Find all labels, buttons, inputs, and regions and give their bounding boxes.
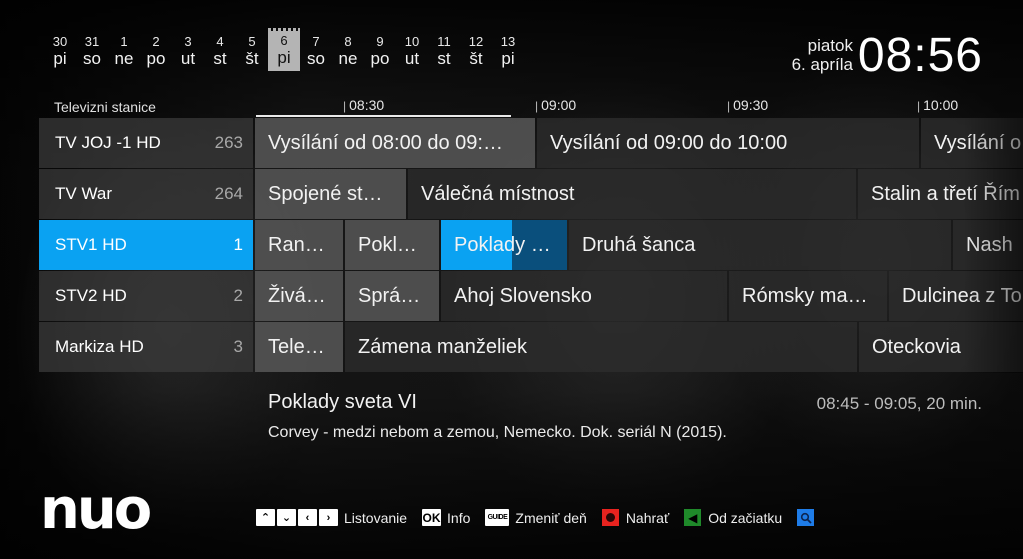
channel-stv2[interactable]: STV2 HD 2 (39, 271, 253, 321)
remote-hints: ⌃ ⌄ ‹ › Listovanie OK Info GUIDE Zmeniť … (256, 509, 832, 526)
program-cell[interactable]: Ran… (255, 220, 343, 270)
program-time: 08:45 - 09:05, 20 min. (816, 394, 982, 413)
hint-label: Nahrať (625, 509, 670, 526)
record-icon (601, 509, 619, 526)
stations-label: Televizni stanice (54, 99, 156, 115)
hint-search[interactable] (797, 509, 817, 526)
program-cell[interactable]: Druhá šanca (569, 220, 951, 270)
hint-label: Info (447, 509, 471, 526)
program-cell[interactable]: Zámena manželiek (345, 322, 857, 372)
channel-row: TV JOJ -1 HD 263 Vysílání od 08:00 do 09… (39, 118, 1023, 169)
hint-record[interactable]: Nahrať (601, 509, 670, 526)
time-tick-0900: 09:00 (535, 97, 576, 113)
program-description: Corvey - medzi nebom a zemou, Nemecko. D… (268, 424, 727, 441)
hint-label: Od začiatku (708, 509, 783, 526)
time-tick-1000: 10:00 (917, 97, 958, 113)
day-7[interactable]: 7 so (300, 35, 332, 71)
channel-row: STV1 HD 1 Ran… Pokl… Poklady … Druhá šan… (39, 220, 1023, 271)
program-cell[interactable]: Nash (953, 220, 1023, 270)
channel-stv1-selected[interactable]: STV1 HD 1 (39, 220, 253, 270)
program-cell[interactable]: Spojené st… (255, 169, 406, 219)
arrow-right-icon: › (319, 509, 338, 526)
elapsed-time-indicator (256, 115, 511, 117)
program-cell[interactable]: Vysílání od 08:00 do 09:… (255, 118, 535, 168)
program-cell[interactable]: Válečná místnost (408, 169, 856, 219)
program-cell[interactable]: Vysílání od 09:00 do 10:00 (537, 118, 919, 168)
hint-info[interactable]: OK Info (422, 509, 470, 526)
program-cell[interactable]: Živá… (255, 271, 343, 321)
day-8[interactable]: 8 ne (332, 35, 364, 71)
program-cell[interactable]: Sprá… (345, 271, 439, 321)
channel-number: 1 (233, 235, 243, 254)
date: 6. apríla (791, 55, 853, 74)
day-1[interactable]: 1 ne (108, 35, 140, 71)
day-6-selected[interactable]: 6 pi (268, 28, 300, 71)
day-2[interactable]: 2 po (140, 35, 172, 71)
search-icon (797, 509, 815, 526)
day-4[interactable]: 4st (204, 35, 236, 71)
day-9[interactable]: 9 po (364, 35, 396, 71)
program-cell[interactable]: Tele… (255, 322, 343, 372)
arrow-left-icon: ‹ (298, 509, 317, 526)
program-title: Poklady sveta VI (268, 391, 417, 413)
program-cell[interactable]: Pokl… (345, 220, 439, 270)
program-cell[interactable]: Vysílání o (921, 118, 1023, 168)
channel-name: TV JOJ -1 HD (55, 133, 161, 152)
hint-label: Listovanie (344, 509, 408, 526)
program-cell[interactable]: Ahoj Slovensko (441, 271, 727, 321)
channel-number: 263 (214, 133, 243, 152)
channel-name: TV War (55, 184, 112, 203)
hint-change-day[interactable]: GUIDE Zmeniť deň (485, 509, 587, 526)
day-10[interactable]: 10 ut (396, 35, 428, 71)
hint-browse[interactable]: ⌃ ⌄ ‹ › Listovanie (256, 509, 407, 526)
weekday: piatok (807, 36, 853, 55)
arrow-up-icon: ⌃ (256, 509, 275, 526)
guide-key-icon: GUIDE (485, 509, 510, 526)
hint-restart[interactable]: ◀ Od začiatku (684, 509, 782, 526)
channel-tv-war[interactable]: TV War 264 (39, 169, 253, 219)
channel-name: STV1 HD (55, 235, 127, 254)
channel-number: 3 (233, 337, 243, 356)
channel-number: 264 (214, 184, 243, 203)
day-30[interactable]: 30 pi (44, 35, 76, 71)
time-tick-0930: 09:30 (727, 97, 768, 113)
channel-row: STV2 HD 2 Živá… Sprá… Ahoj Slovensko Róm… (39, 271, 1023, 322)
channel-name: STV2 HD (55, 286, 127, 305)
hint-label: Zmeniť deň (515, 509, 587, 526)
program-cell[interactable]: Oteckovia (859, 322, 1023, 372)
program-cell-selected[interactable]: Poklady … (441, 220, 567, 270)
channel-markiza[interactable]: Markiza HD 3 (39, 322, 253, 372)
day-13[interactable]: 13 pi (492, 35, 524, 71)
date-strip: 30 pi 31 so 1 ne 2 po 3 ut 4st 5 št 6 pi 7 so 8n… (44, 28, 524, 71)
epg-grid: TV JOJ -1 HD 263 Vysílání od 08:00 do 09… (39, 118, 1023, 373)
program-cell[interactable]: Stalin a třetí Řím (858, 169, 1023, 219)
arrow-down-icon: ⌄ (277, 509, 296, 526)
program-cell[interactable]: Rómsky ma… (729, 271, 887, 321)
ok-key-icon: OK (422, 509, 442, 526)
day-12[interactable]: 12 št (460, 35, 492, 71)
channel-row: TV War 264 Spojené st… Válečná místnost … (39, 169, 1023, 220)
nuo-logo: nuo (40, 477, 152, 542)
channel-tv-joj[interactable]: TV JOJ -1 HD 263 (39, 118, 253, 168)
day-5[interactable]: 5 št (236, 35, 268, 71)
day-3[interactable]: 3 ut (172, 35, 204, 71)
time-tick-0830: 08:30 (343, 97, 384, 113)
day-31[interactable]: 31 so (76, 35, 108, 71)
channel-row: Markiza HD 3 Tele… Zámena manželiek Otec… (39, 322, 1023, 373)
current-date: piatok 6. apríla (792, 36, 853, 74)
restart-icon: ◀ (684, 509, 702, 526)
channel-name: Markiza HD (55, 337, 144, 356)
channel-number: 2 (233, 286, 243, 305)
current-time: 08:56 (857, 29, 983, 82)
program-cell[interactable]: Dulcinea z To (889, 271, 1023, 321)
day-11[interactable]: 11st (428, 35, 460, 71)
